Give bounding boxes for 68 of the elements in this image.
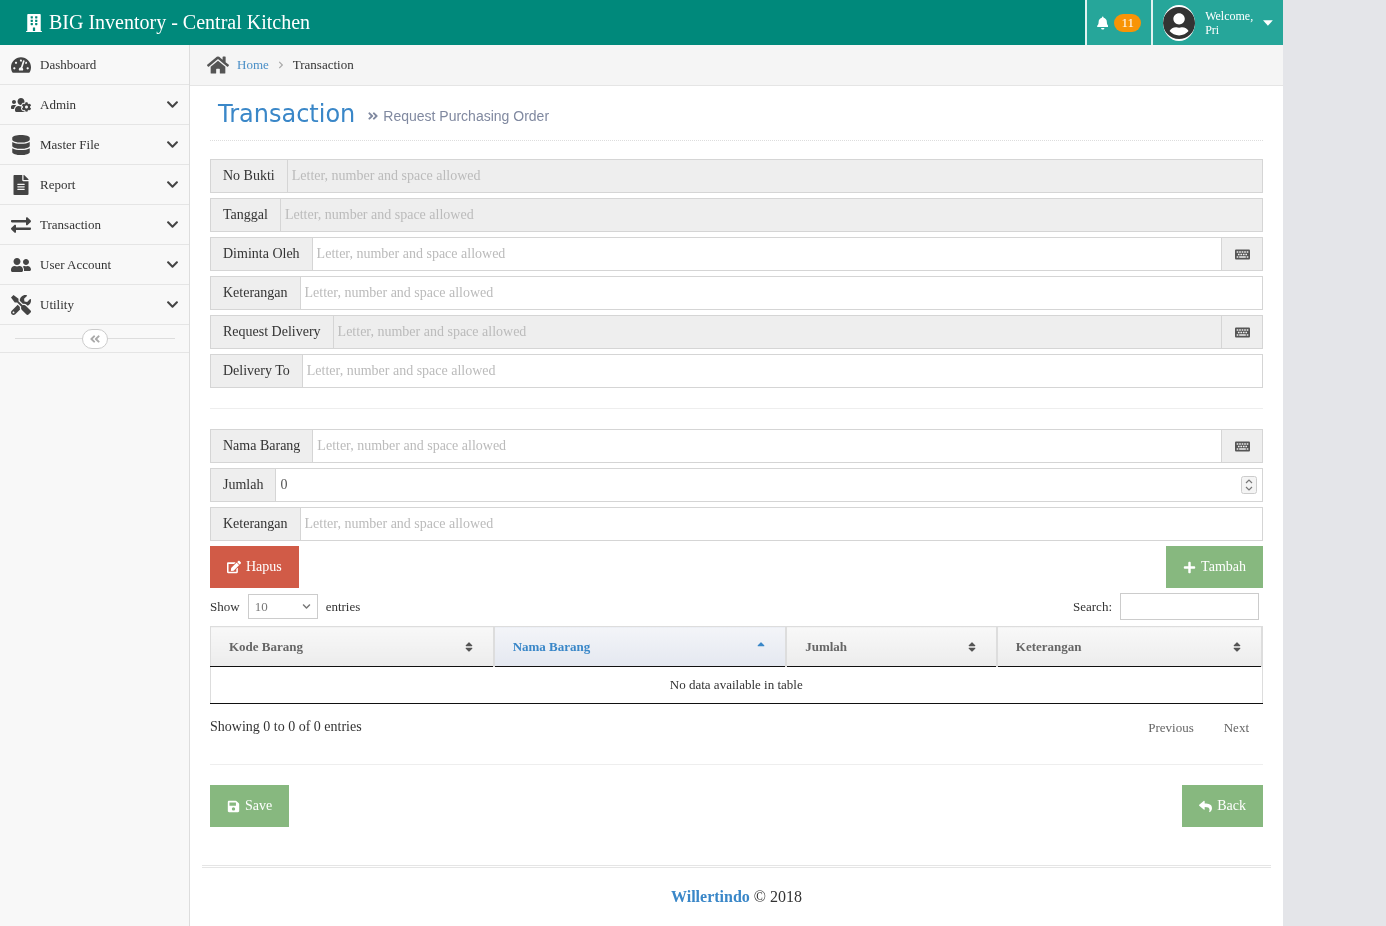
delete-button[interactable]: Hapus (210, 546, 299, 588)
app-title: BIG Inventory - Central Kitchen (49, 11, 311, 34)
input-field[interactable]: Letter, number and space allowed (302, 354, 1263, 388)
empty-table-message: No data available in table (210, 666, 1262, 704)
document-icon (11, 174, 31, 195)
user-menu-button[interactable]: Welcome, Pri (1151, 0, 1283, 45)
previous-link[interactable]: Previous (1148, 720, 1194, 735)
page-title: Transaction (218, 100, 356, 128)
sidebar-item[interactable]: Report (0, 165, 189, 205)
show-label: Show (210, 598, 240, 615)
column-header[interactable]: Nama Barang (493, 626, 787, 667)
notification-badge: 11 (1114, 13, 1141, 32)
double-chevron-icon (367, 110, 380, 122)
field-label: Nama Barang (210, 429, 314, 463)
building-icon (25, 13, 43, 32)
field-label: Delivery To (210, 354, 303, 388)
sidebar-item[interactable]: Master File (0, 125, 189, 165)
search-field[interactable] (1120, 593, 1259, 620)
keyboard-button[interactable] (1222, 237, 1263, 271)
entries-label: entries (325, 598, 361, 615)
chevron-down-icon (301, 602, 311, 611)
column-header[interactable]: Jumlah (786, 626, 997, 667)
breadcrumb-link[interactable]: Home (237, 57, 269, 73)
input-field[interactable]: Letter, number and space allowed (300, 276, 1263, 310)
reply-icon (1199, 799, 1213, 813)
field-label: Keterangan (210, 507, 301, 541)
double-chevron-left-icon (88, 332, 101, 345)
input-field[interactable]: Letter, number and space allowed (312, 237, 1222, 271)
arrows-icon (11, 214, 31, 235)
bell-icon (1097, 14, 1109, 31)
search-label: Search: (1073, 598, 1112, 615)
sort-icon (1231, 640, 1243, 653)
keyboard-button[interactable] (1222, 429, 1263, 463)
breadcrumb-current: Transaction (292, 57, 354, 73)
field-label: Request Delivery (210, 315, 334, 349)
sidebar-item[interactable]: Transaction (0, 205, 189, 245)
page-subtitle: Request Purchasing Order (383, 108, 550, 124)
database-icon (11, 134, 31, 155)
sidebar-item[interactable]: Dashboard (0, 45, 189, 85)
next-link[interactable]: Next (1223, 720, 1249, 735)
input-field[interactable]: Letter, number and space allowed (313, 429, 1222, 463)
table-info: Showing 0 to 0 of 0 entries (210, 719, 362, 735)
column-header[interactable]: Kode Barang (210, 626, 494, 667)
field-label: Keterangan (210, 276, 301, 310)
edit-icon (227, 560, 241, 574)
home-icon (207, 54, 229, 76)
field-label: Tanggal (210, 198, 281, 232)
copyright-text: © 2018 (753, 888, 802, 905)
footer-link[interactable]: Willertindo (671, 888, 750, 905)
tools-icon (11, 294, 31, 315)
column-header[interactable]: Keterangan (996, 626, 1262, 667)
spinner-icon[interactable] (1241, 476, 1257, 494)
field-label: No Bukti (210, 159, 288, 193)
chevron-right-icon (276, 61, 285, 69)
plus-icon (1183, 560, 1197, 574)
welcome-text: Welcome, (1205, 8, 1254, 23)
sidebar-item[interactable]: User Account (0, 245, 189, 285)
field-label: Diminta Oleh (210, 237, 313, 271)
number-field[interactable]: 0 (276, 468, 1263, 502)
input-field[interactable]: Letter, number and space allowed (300, 507, 1263, 541)
field-label: Jumlah (210, 468, 277, 502)
caret-icon (1263, 19, 1273, 26)
dashboard-icon (11, 54, 31, 75)
avatar-icon (1163, 4, 1196, 41)
save-icon (227, 799, 240, 813)
user-name: Pri (1205, 22, 1221, 37)
page-size-select[interactable]: 10 (247, 594, 318, 619)
sidebar-item[interactable]: Admin (0, 85, 189, 125)
